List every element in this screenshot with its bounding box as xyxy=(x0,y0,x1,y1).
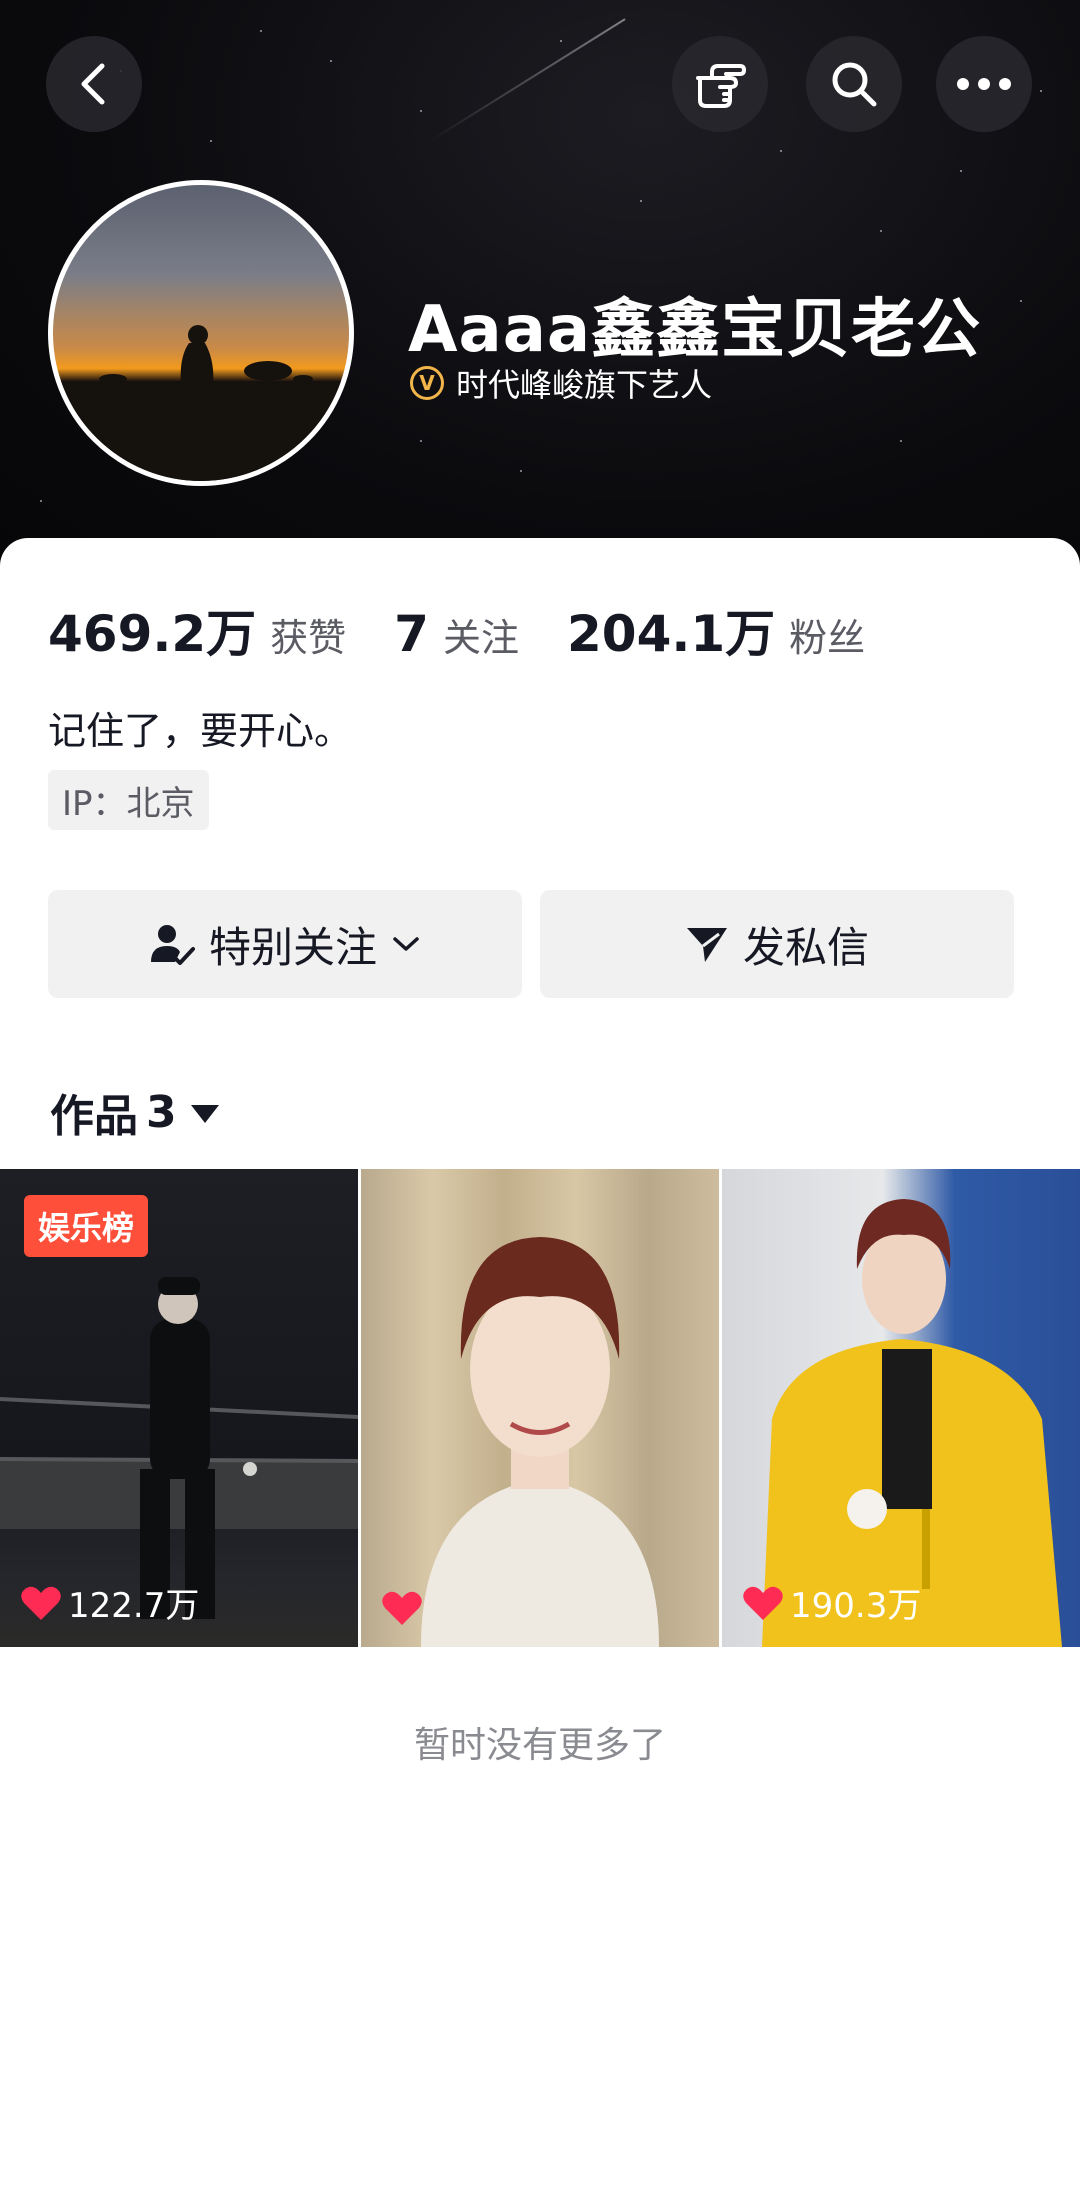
send-icon xyxy=(686,928,727,962)
profile-header: Aaaa鑫鑫宝贝老公 V 时代峰峻旗下艺人 xyxy=(0,0,1080,580)
verified-badge-icon: V xyxy=(410,366,444,400)
following-count[interactable]: 7 xyxy=(394,605,429,663)
video-thumbnail[interactable]: 娱乐榜 122.7万 xyxy=(0,1169,358,1647)
special-follow-label: 特别关注 xyxy=(208,922,377,972)
verified-text: 时代峰峻旗下艺人 xyxy=(456,366,713,404)
followers-count[interactable]: 204.1万 xyxy=(567,594,775,666)
search-button[interactable] xyxy=(806,36,902,132)
meteor-streak xyxy=(429,18,626,142)
more-icon xyxy=(957,78,1011,90)
pointing-hand-icon xyxy=(696,64,746,108)
video-likes-count: 122.7万 xyxy=(68,1586,200,1626)
likes-label: 获赞 xyxy=(270,616,347,660)
heart-icon xyxy=(743,1586,783,1620)
thumbnail-scene xyxy=(421,1237,659,1647)
thumbnail-scene xyxy=(762,1199,1062,1647)
verified-row[interactable]: V 时代峰峻旗下艺人 xyxy=(410,360,712,406)
no-more-content-note: 暂时没有更多了 xyxy=(413,1725,666,1766)
send-message-button[interactable]: 发私信 xyxy=(540,890,1014,998)
ip-location-tag: IP：北京 xyxy=(48,770,209,830)
more-button[interactable] xyxy=(936,36,1032,132)
video-likes: 122.7万 xyxy=(20,1578,199,1627)
gesture-button[interactable] xyxy=(672,36,768,132)
special-follow-button[interactable]: 特别关注 xyxy=(48,890,522,998)
user-check-icon xyxy=(150,925,195,965)
video-likes: 190.3万 xyxy=(742,1578,921,1627)
following-label[interactable]: 关注 xyxy=(443,607,519,662)
bio-text: 记住了，要开心。 xyxy=(48,709,353,753)
stats-row: 469.2万 获赞 7 关注 204.1万 粉丝 xyxy=(48,594,865,666)
chevron-left-icon xyxy=(81,63,105,105)
works-tab-label: 作品 xyxy=(50,1091,138,1142)
followers-label[interactable]: 粉丝 xyxy=(789,607,865,662)
video-likes xyxy=(381,1589,429,1627)
send-message-label: 发私信 xyxy=(742,922,869,972)
chevron-down-icon xyxy=(393,937,419,951)
search-icon xyxy=(832,62,877,107)
works-tab[interactable]: 作品 3 xyxy=(50,1080,219,1144)
works-count: 3 xyxy=(146,1086,177,1138)
ranking-badge: 娱乐榜 xyxy=(24,1195,149,1257)
video-thumbnail[interactable] xyxy=(361,1169,719,1647)
nickname: Aaaa鑫鑫宝贝老公 xyxy=(408,293,982,367)
likes-count: 469.2万 xyxy=(48,605,257,663)
caret-down-icon xyxy=(190,1105,219,1123)
video-thumbnail[interactable]: 190.3万 xyxy=(722,1169,1080,1647)
heart-icon xyxy=(21,1586,61,1620)
back-button[interactable] xyxy=(46,36,142,132)
avatar-sunset-silhouette xyxy=(53,325,349,481)
video-likes-count: 190.3万 xyxy=(790,1586,922,1626)
avatar[interactable] xyxy=(48,180,354,486)
heart-icon xyxy=(382,1591,422,1625)
